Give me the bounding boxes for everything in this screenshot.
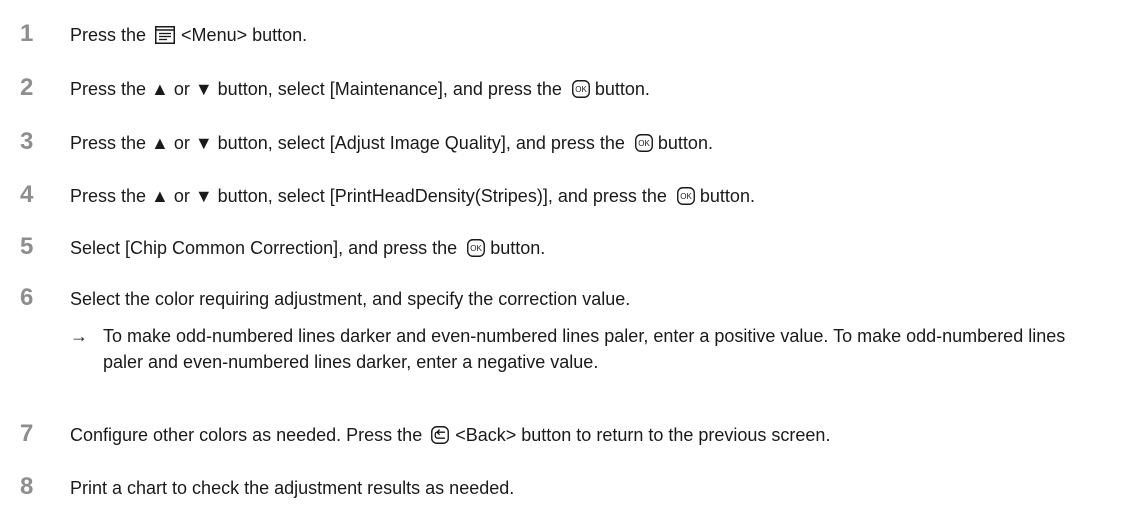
svg-text:OK: OK bbox=[470, 244, 482, 253]
step-text-segment: Press the bbox=[70, 25, 152, 45]
step-text-segment: Print a chart to check the adjustment re… bbox=[70, 478, 515, 498]
step-text: Configure other colors as needed. Press … bbox=[70, 424, 830, 446]
step-text-segment: Select the color requiring adjustment, a… bbox=[70, 289, 631, 309]
step-text: Press the ▲ or ▼ button, select [Adjust … bbox=[70, 132, 713, 154]
step-text: Print a chart to check the adjustment re… bbox=[70, 477, 514, 499]
step-number: 2 bbox=[20, 74, 34, 101]
step-4: 4 Press the ▲ or ▼ button, select [Print… bbox=[0, 183, 1121, 223]
ok-icon: OK bbox=[634, 134, 653, 152]
step-text-segment: button. bbox=[490, 238, 546, 258]
step-number: 4 bbox=[20, 181, 34, 208]
note-text: To make odd-numbered lines darker and ev… bbox=[103, 326, 1066, 372]
step-text-segment: <Back> button to return to the previous … bbox=[455, 425, 831, 445]
step-number: 3 bbox=[20, 128, 34, 155]
step-number: 1 bbox=[20, 20, 34, 47]
menu-icon bbox=[155, 26, 176, 44]
svg-text:OK: OK bbox=[680, 192, 692, 201]
step-5: 5 Select [Chip Common Correction], and p… bbox=[0, 235, 1121, 275]
step-text: Press the <Menu> button. bbox=[70, 24, 307, 46]
svg-text:OK: OK bbox=[638, 139, 650, 148]
step-text-segment: Press the ▲ or ▼ button, select [Mainten… bbox=[70, 79, 567, 99]
step-text: Press the ▲ or ▼ button, select [Mainten… bbox=[70, 78, 650, 100]
svg-text:OK: OK bbox=[575, 85, 587, 94]
step-8: 8 Print a chart to check the adjustment … bbox=[0, 475, 1121, 515]
back-icon bbox=[431, 426, 450, 444]
step-text-segment: <Menu> button. bbox=[181, 25, 308, 45]
step-2: 2 Press the ▲ or ▼ button, select [Maint… bbox=[0, 76, 1121, 116]
step-text-segment: Press the ▲ or ▼ button, select [Adjust … bbox=[70, 133, 630, 153]
step-text: Press the ▲ or ▼ button, select [PrintHe… bbox=[70, 185, 755, 207]
ok-icon: OK bbox=[571, 80, 590, 98]
ok-icon: OK bbox=[676, 187, 695, 205]
step-number: 7 bbox=[20, 420, 34, 447]
step-text: Select [Chip Common Correction], and pre… bbox=[70, 237, 545, 259]
step-text-segment: Configure other colors as needed. Press … bbox=[70, 425, 428, 445]
step-6-note: → To make odd-numbered lines darker and … bbox=[70, 323, 1110, 375]
step-number: 5 bbox=[20, 233, 34, 260]
step-text-segment: button. bbox=[699, 186, 755, 206]
step-text-segment: Press the ▲ or ▼ button, select [PrintHe… bbox=[70, 186, 672, 206]
step-text-segment: button. bbox=[594, 79, 650, 99]
ok-icon: OK bbox=[467, 239, 486, 257]
step-7: 7 Configure other colors as needed. Pres… bbox=[0, 422, 1121, 462]
step-text: Select the color requiring adjustment, a… bbox=[70, 288, 630, 310]
arrow-icon: → bbox=[70, 326, 88, 346]
step-text-segment: Select [Chip Common Correction], and pre… bbox=[70, 238, 463, 258]
step-3: 3 Press the ▲ or ▼ button, select [Adjus… bbox=[0, 130, 1121, 170]
step-number: 6 bbox=[20, 284, 34, 311]
step-text-segment: button. bbox=[657, 133, 713, 153]
step-number: 8 bbox=[20, 473, 34, 500]
step-1: 1 Press the <Menu> button. bbox=[0, 22, 1121, 62]
